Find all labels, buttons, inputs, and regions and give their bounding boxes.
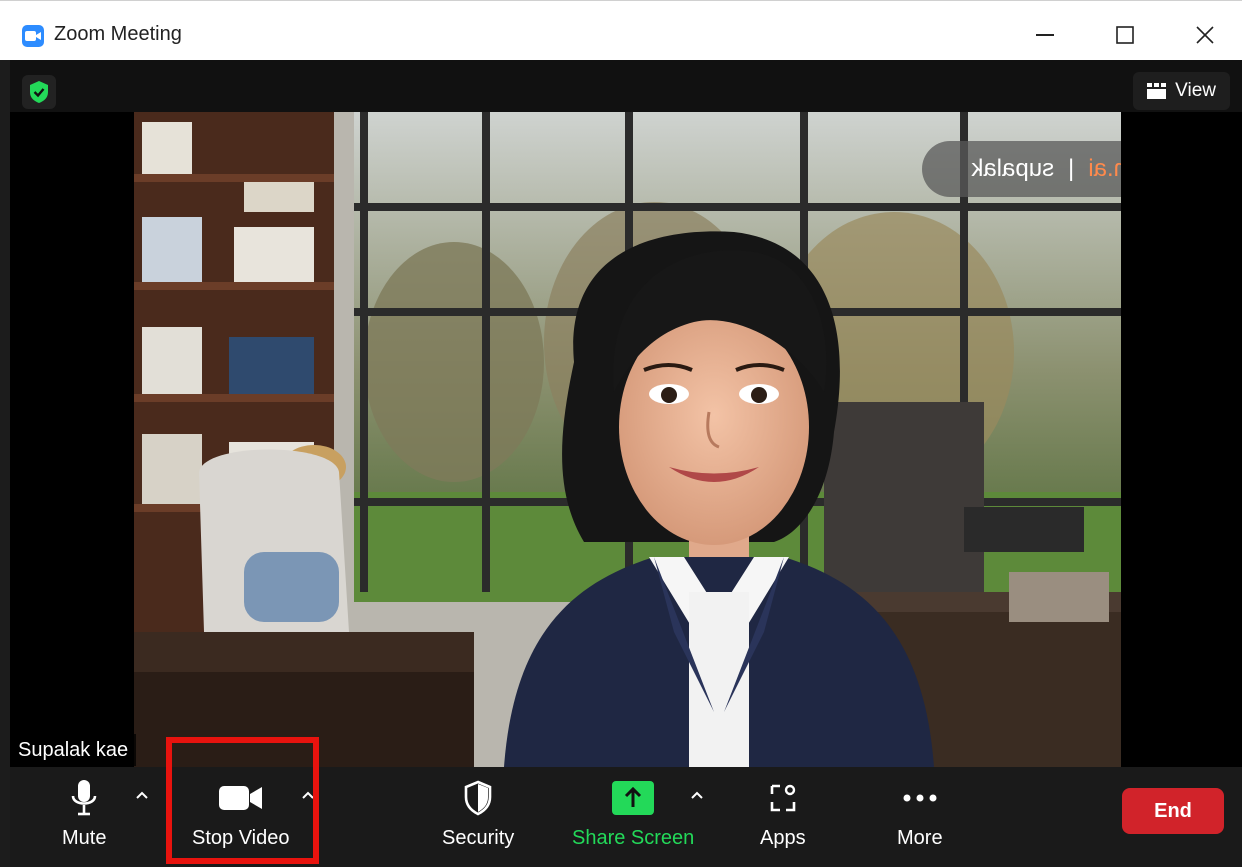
share-arrow-icon [612,775,655,821]
end-meeting-button[interactable]: End [1122,788,1224,834]
security-button[interactable]: Security [442,775,514,850]
view-button[interactable]: View [1133,72,1230,110]
security-label: Security [442,827,515,849]
apps-label: Apps [760,827,806,849]
view-label: View [1175,80,1216,101]
share-screen-label: Share Screen [572,827,695,849]
participant-video: loom.ai | supalak [134,112,1121,767]
close-button[interactable] [1180,15,1230,55]
maximize-button[interactable] [1100,15,1150,55]
encryption-shield-icon[interactable] [22,75,56,109]
minimize-icon [1036,34,1054,36]
microphone-icon [70,775,98,821]
stop-video-highlight-box [166,737,319,864]
window-titlebar: Zoom Meeting [0,0,1242,60]
video-stage: loom.ai | supalak Supalak kae [10,112,1242,767]
caret-up-icon[interactable] [132,785,152,805]
mute-label: Mute [62,827,107,849]
maximize-icon [1116,26,1134,44]
more-button[interactable]: More [897,775,943,850]
view-grid-icon [1147,83,1167,99]
watermark-user: supalak [971,155,1055,182]
minimize-button[interactable] [1020,15,1070,55]
zoom-logo-icon [22,25,44,47]
loomai-watermark: loom.ai | supalak [922,141,1121,197]
participant-name-tag: Supalak kae [10,734,137,766]
more-dots-icon [902,775,938,821]
mute-button[interactable]: Mute [62,775,106,850]
apps-icon [768,775,798,821]
meeting-top-bar: View [10,60,1242,112]
watermark-divider: | [1068,155,1075,182]
security-shield-icon [463,775,493,821]
share-screen-button[interactable]: Share Screen [572,775,694,850]
apps-button[interactable]: Apps [760,775,806,850]
watermark-brand: loom.ai [1088,155,1121,182]
window-title: Zoom Meeting [54,23,182,45]
close-icon [1196,26,1214,44]
more-label: More [897,827,943,849]
caret-up-icon[interactable] [687,785,707,805]
virtual-background-scene [134,112,1121,767]
